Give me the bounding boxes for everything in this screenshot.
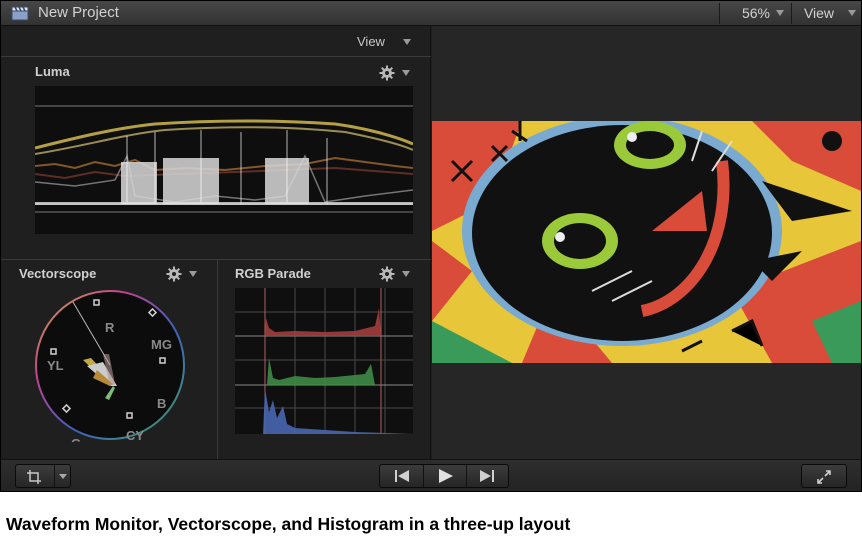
viewer-toolbar (1, 459, 861, 491)
project-title: New Project (38, 4, 119, 21)
gear-icon[interactable] (379, 266, 395, 282)
viewer (432, 26, 861, 459)
vector-target-yl: YL (47, 358, 64, 373)
chevron-down-icon[interactable] (403, 39, 411, 45)
view-menu[interactable]: View (793, 1, 845, 26)
scopes-view-menu[interactable]: View (357, 34, 385, 49)
chevron-down-icon[interactable] (402, 271, 410, 277)
divider (1, 259, 431, 260)
vectorscope-display: R MG B CY G YL (35, 290, 185, 442)
gear-icon[interactable] (379, 65, 395, 81)
separator (719, 3, 720, 24)
luma-title: Luma (35, 64, 70, 79)
vector-target-cy: CY (126, 428, 144, 442)
app-window: New Project 56% View View Luma Vectorsco… (0, 0, 862, 492)
chevron-down-icon[interactable] (402, 70, 410, 76)
rgb-parade-display (235, 288, 413, 434)
gear-icon[interactable] (166, 266, 182, 282)
vector-target-r: R (105, 320, 115, 335)
fullscreen-button[interactable] (801, 464, 847, 488)
chevron-down-icon[interactable] (776, 10, 784, 16)
scopes-header: View (1, 26, 431, 57)
vector-target-b: B (157, 396, 166, 411)
go-to-end-icon[interactable] (478, 469, 496, 483)
crop-tool-button[interactable] (15, 464, 71, 488)
viewer-frame-image (432, 121, 861, 363)
vector-target-g: G (71, 436, 81, 442)
separator (791, 3, 792, 24)
luma-waveform (35, 86, 413, 234)
transport-controls (379, 464, 509, 488)
vector-target-mg: MG (151, 337, 172, 352)
chevron-down-icon[interactable] (189, 271, 197, 277)
divider (217, 260, 218, 459)
fullscreen-icon (817, 470, 831, 484)
chevron-down-icon (59, 474, 67, 479)
crop-icon (27, 470, 41, 484)
chevron-down-icon[interactable] (848, 10, 856, 16)
clapperboard-icon (11, 6, 29, 21)
vectorscope-title: Vectorscope (19, 266, 97, 281)
rgb-parade-title: RGB Parade (235, 266, 311, 281)
play-icon[interactable] (436, 469, 454, 483)
title-bar: New Project 56% View (1, 1, 861, 26)
figure-caption: Waveform Monitor, Vectorscope, and Histo… (6, 514, 571, 534)
go-to-start-icon[interactable] (393, 469, 411, 483)
video-scopes-panel: View Luma Vectorscope R MG B CY YL RGB P… (1, 26, 431, 459)
